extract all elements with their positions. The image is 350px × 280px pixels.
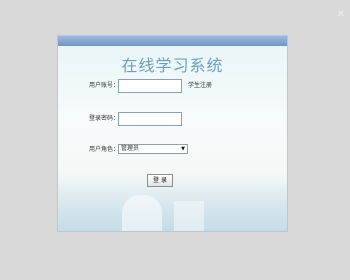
login-panel: 在线学习系统 用户账号： 学生注册 登录密码： 用户角色： 管理员 ▼ 登 录 (57, 35, 288, 232)
system-title: 在线学习系统 (121, 56, 224, 75)
username-input[interactable] (118, 79, 182, 93)
password-input[interactable] (118, 112, 182, 126)
close-icon[interactable]: ✕ (335, 10, 347, 20)
username-label: 用户账号： (89, 82, 120, 89)
password-label: 登录密码： (89, 115, 120, 122)
chevron-down-icon: ▼ (181, 146, 185, 152)
student-register-link[interactable]: 学生注册 (188, 82, 212, 90)
panel-top-bar (58, 36, 287, 46)
role-selected-value: 管理员 (121, 145, 140, 152)
role-label: 用户角色： (89, 146, 120, 153)
role-select[interactable]: 管理员 ▼ (118, 144, 188, 154)
login-page: ✕ 在线学习系统 用户账号： 学生注册 登录密码： 用户角色： 管理员 ▼ 登 … (0, 0, 350, 280)
login-button[interactable]: 登 录 (147, 174, 173, 187)
